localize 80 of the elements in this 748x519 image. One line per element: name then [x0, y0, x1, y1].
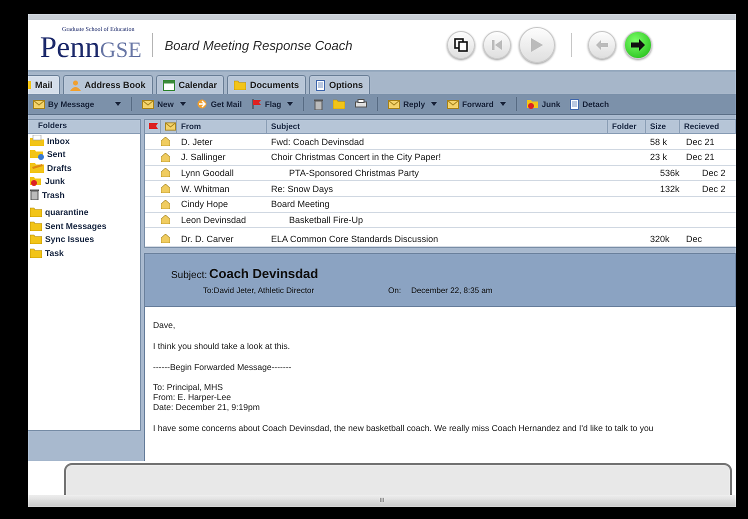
- toolbar-button[interactable]: Flag: [248, 99, 296, 109]
- folder-icon: [30, 234, 42, 244]
- body-text: I have some concerns about Coach Devinsdad, the new basketball coach. We really miss Coach Hernandez and I'd like to talk to you: [153, 424, 654, 434]
- message-row[interactable]: W. Whitman Re: Snow Days 132k Dec 2: [145, 181, 736, 197]
- junk-icon: [30, 176, 42, 186]
- caret-icon: [287, 102, 294, 106]
- body-text: ------Begin Forwarded Message-------: [153, 362, 292, 372]
- document-icon: [316, 80, 326, 90]
- toolbar-button[interactable]: Junk: [524, 99, 564, 109]
- skip-back-icon: [491, 39, 503, 51]
- mail-arrow-icon: [196, 99, 208, 109]
- message-row[interactable]: J. Sallinger Choir Christmas Concert in the City Paper! 23 k Dec 21: [145, 150, 736, 166]
- flag-icon: [149, 123, 158, 130]
- folder-icon: [333, 99, 346, 109]
- body-text: To: Principal, MHS: [153, 383, 224, 394]
- caret-icon: [115, 102, 122, 106]
- column-header[interactable]: Subject: [267, 120, 608, 134]
- body-text: Dave,: [153, 321, 176, 331]
- recipient-text: To:David Jeter, Athletic Director: [203, 286, 314, 294]
- caret-icon: [500, 102, 506, 106]
- folders-heading: Folders: [28, 120, 140, 134]
- message-row[interactable]: Leon Devinsdad Basketball Fire-Up: [145, 212, 736, 228]
- back-arrow-icon: [596, 40, 608, 50]
- document-icon: [570, 98, 580, 110]
- message-row[interactable]: Dr. D. Carver ELA Common Core Standards Discussion 320k Dec: [145, 231, 736, 247]
- message-row[interactable]: D. Jeter Fwd: Coach Devinsdad 58 k Dec 21: [145, 134, 736, 150]
- message-row[interactable]: Cindy Hope Board Meeting: [145, 196, 736, 213]
- tab[interactable]: Address Book: [62, 75, 153, 94]
- next-button[interactable]: [624, 31, 652, 59]
- junk-icon: [526, 99, 539, 109]
- toolbar-button[interactable]: New: [139, 100, 189, 108]
- folder-item[interactable]: Task: [28, 246, 140, 260]
- toolbar-button[interactable]: Detach: [567, 98, 612, 110]
- folder-icon: [234, 80, 246, 90]
- subject-label: Subject:: [171, 270, 208, 280]
- trash-icon: [314, 98, 324, 110]
- body-text: I think you should take a look at this.: [153, 342, 292, 352]
- message-subject: Coach Devinsdad: [209, 266, 318, 280]
- column-header[interactable]: From: [177, 120, 267, 134]
- folder-item[interactable]: Junk: [28, 174, 140, 188]
- caret-icon: [180, 102, 186, 106]
- printer-icon: [355, 99, 368, 109]
- folder-item[interactable]: Inbox: [28, 134, 140, 148]
- folder-icon: [30, 248, 42, 258]
- drafts-icon: [30, 162, 44, 174]
- copy-button[interactable]: [447, 31, 475, 59]
- body-text: Date: December 21, 9:19pm: [153, 402, 261, 413]
- toolbar-button[interactable]: By Message: [30, 100, 124, 108]
- folder-item[interactable]: Sent Messages: [28, 219, 140, 232]
- date-text: December 22, 8:35 am: [411, 286, 492, 294]
- flag-icon: [252, 99, 262, 109]
- tab[interactable]: Documents: [227, 75, 306, 94]
- tab[interactable]: Mail: [28, 75, 60, 94]
- folder-icon: [30, 207, 42, 218]
- body-text: From: E. Harper-Lee: [153, 393, 232, 403]
- column-header[interactable]: Recieved: [680, 120, 736, 134]
- person-icon: [70, 80, 81, 90]
- tab[interactable]: Options: [309, 75, 370, 94]
- toolbar-button[interactable]: Reply: [385, 100, 440, 108]
- message-row[interactable]: Lynn Goodall PTA-Sponsored Christmas Party 536k Dec 2: [145, 166, 736, 182]
- folder-item[interactable]: quarantine: [28, 206, 140, 219]
- calendar-icon: [162, 80, 175, 90]
- toolbar-button[interactable]: Get Mail: [192, 99, 245, 109]
- date-label: On:: [388, 286, 402, 294]
- sent-icon: [30, 148, 44, 160]
- folder-item[interactable]: Drafts: [28, 161, 140, 174]
- play-icon: [530, 37, 544, 53]
- folder-icon: [30, 220, 42, 231]
- tab[interactable]: Calendar: [156, 75, 224, 94]
- caret-icon: [431, 102, 438, 106]
- column-header[interactable]: Size: [646, 120, 680, 134]
- trash-icon: [30, 189, 39, 200]
- folder-item[interactable]: Trash: [28, 188, 140, 202]
- folder-item[interactable]: Sync Issues: [28, 232, 140, 246]
- copy-icon: [454, 38, 468, 52]
- forward-arrow-icon: [631, 39, 645, 51]
- app-title: Board Meeting Response Coach: [152, 33, 352, 57]
- toolbar-button[interactable]: Forward: [444, 100, 509, 108]
- column-header[interactable]: Folder: [608, 120, 646, 134]
- folder-item[interactable]: Sent: [28, 148, 140, 161]
